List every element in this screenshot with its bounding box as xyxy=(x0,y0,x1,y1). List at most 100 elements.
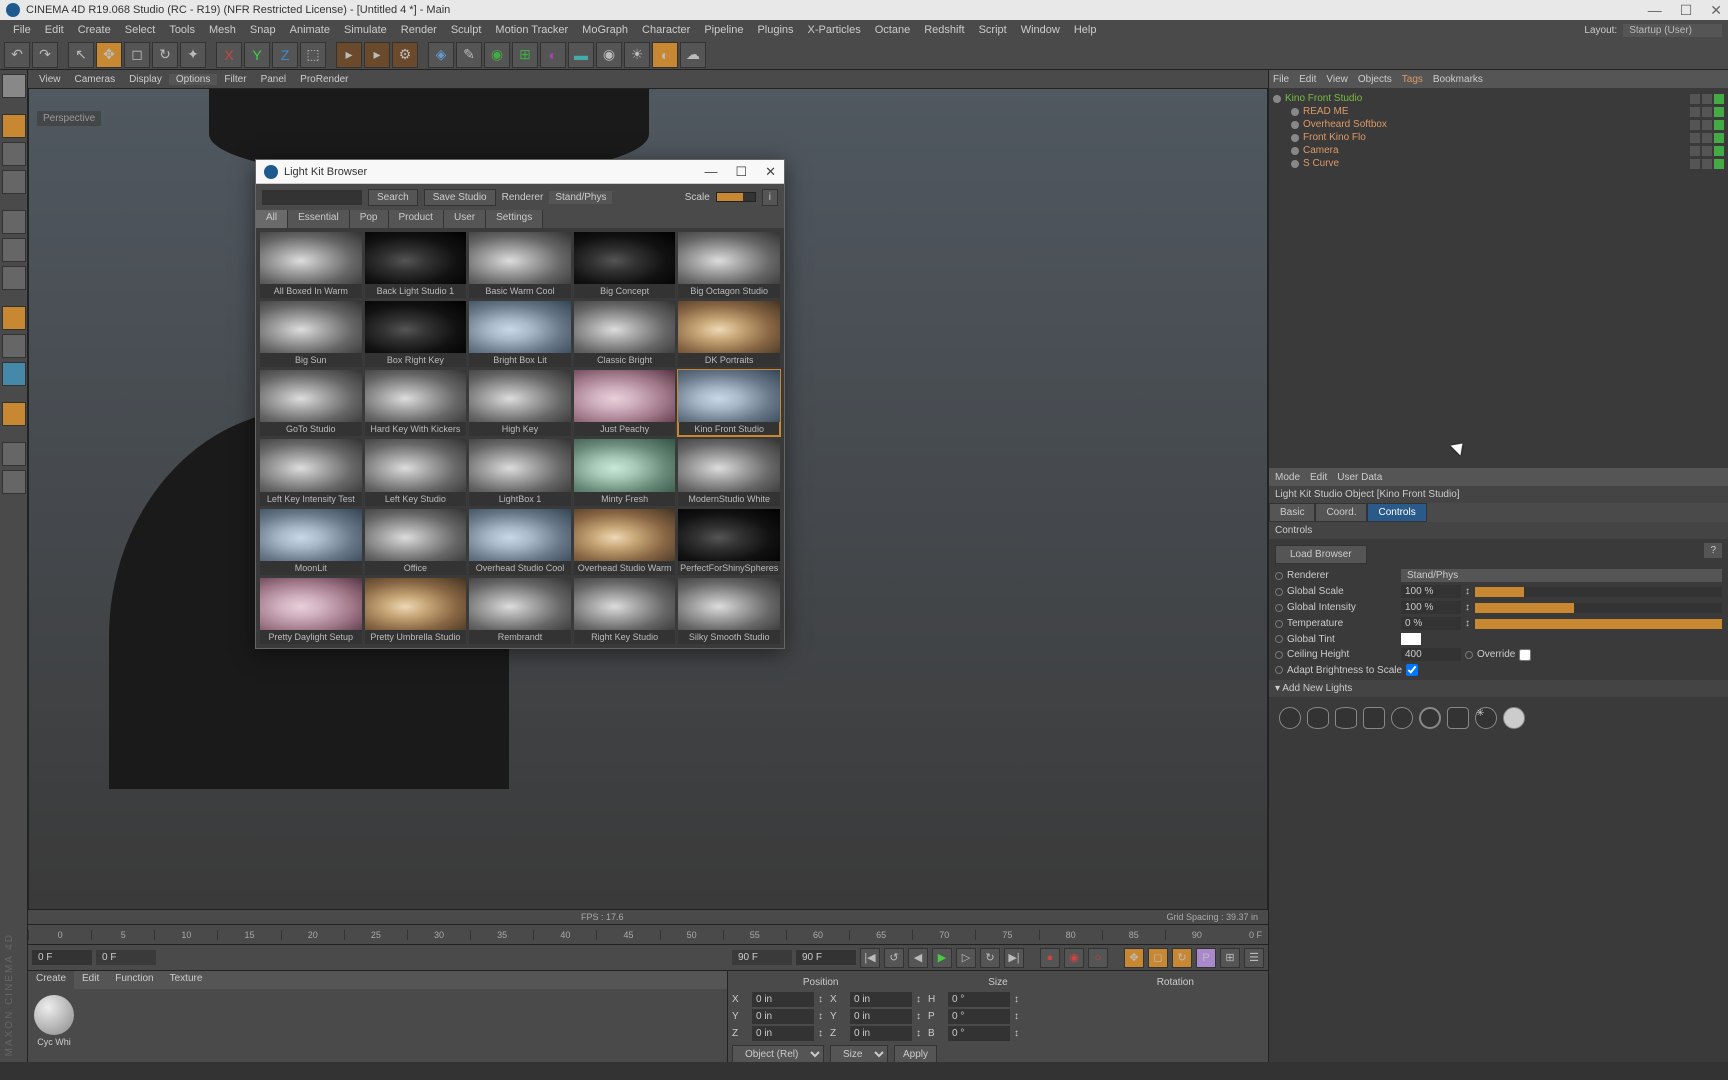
menu-window[interactable]: Window xyxy=(1014,24,1067,36)
attr-tab-controls[interactable]: Controls xyxy=(1367,503,1426,522)
obj-tab-file[interactable]: File xyxy=(1273,74,1289,85)
menu-tools[interactable]: Tools xyxy=(162,24,202,36)
menu-select[interactable]: Select xyxy=(118,24,163,36)
light-icon[interactable]: ☀ xyxy=(624,42,650,68)
light-type-5-icon[interactable] xyxy=(1391,707,1413,729)
menu-pipeline[interactable]: Pipeline xyxy=(697,24,750,36)
size-y-field[interactable] xyxy=(850,1009,912,1024)
frame-end-field[interactable]: 90 F xyxy=(796,950,856,965)
tree-item[interactable]: Kino Front Studio xyxy=(1273,92,1724,105)
help-button[interactable]: ? xyxy=(1704,543,1722,558)
attr-tab-basic[interactable]: Basic xyxy=(1269,503,1315,522)
pen-tool-icon[interactable]: ✎ xyxy=(456,42,482,68)
modal-minimize-button[interactable]: — xyxy=(704,164,717,180)
vp-menu-cameras[interactable]: Cameras xyxy=(68,74,123,85)
search-input[interactable] xyxy=(262,190,362,205)
preset-basic-warm-cool[interactable]: Basic Warm Cool xyxy=(469,232,571,298)
global-intensity-slider[interactable] xyxy=(1475,603,1722,613)
minimize-button[interactable]: — xyxy=(1648,2,1662,19)
interactive-icon[interactable] xyxy=(2,470,26,494)
preset-moonlit[interactable]: MoonLit xyxy=(260,509,362,575)
scale-key-icon[interactable]: ◻ xyxy=(1148,948,1168,968)
next-frame-icon[interactable]: ▷ xyxy=(956,948,976,968)
autokey-icon[interactable]: ◉ xyxy=(1064,948,1084,968)
menu-animate[interactable]: Animate xyxy=(283,24,337,36)
tree-item[interactable]: Overheard Softbox xyxy=(1273,118,1724,131)
menu-create[interactable]: Create xyxy=(71,24,118,36)
preset-big-concept[interactable]: Big Concept xyxy=(574,232,676,298)
global-intensity-field[interactable]: 100 % xyxy=(1401,601,1461,614)
axis-z-toggle[interactable]: Z xyxy=(272,42,298,68)
menu-mesh[interactable]: Mesh xyxy=(202,24,243,36)
select-tool[interactable]: ↖ xyxy=(68,42,94,68)
menu-character[interactable]: Character xyxy=(635,24,697,36)
menu-plugins[interactable]: Plugins xyxy=(750,24,800,36)
light-type-4-icon[interactable] xyxy=(1363,707,1385,729)
close-button[interactable]: ✕ xyxy=(1710,2,1722,19)
lightkit-icon[interactable]: ◐ xyxy=(652,42,678,68)
menu-sculpt[interactable]: Sculpt xyxy=(444,24,489,36)
temperature-slider[interactable] xyxy=(1475,619,1722,629)
rot-p-field[interactable] xyxy=(948,1009,1010,1024)
preset-big-sun[interactable]: Big Sun xyxy=(260,301,362,367)
tint-color-swatch[interactable] xyxy=(1401,633,1421,645)
light-type-2-icon[interactable] xyxy=(1307,707,1329,729)
range-end-field[interactable]: 90 F xyxy=(732,950,792,965)
preset-left-key-studio[interactable]: Left Key Studio xyxy=(365,439,467,505)
menu-redshift[interactable]: Redshift xyxy=(917,24,971,36)
tree-item[interactable]: Front Kino Flo xyxy=(1273,131,1724,144)
menu-motion-tracker[interactable]: Motion Tracker xyxy=(488,24,575,36)
vp-menu-options[interactable]: Options xyxy=(169,74,217,85)
preset-pretty-daylight-setup[interactable]: Pretty Daylight Setup xyxy=(260,578,362,644)
pos-y-field[interactable] xyxy=(752,1009,814,1024)
preset-left-key-intensity-test[interactable]: Left Key Intensity Test xyxy=(260,439,362,505)
modal-close-button[interactable]: ✕ xyxy=(765,164,776,180)
preset-rembrandt[interactable]: Rembrandt xyxy=(469,578,571,644)
light-type-8-icon[interactable]: ✳ xyxy=(1475,707,1497,729)
obj-tab-tags[interactable]: Tags xyxy=(1402,74,1423,85)
save-studio-button[interactable]: Save Studio xyxy=(424,189,496,206)
browser-tab-user[interactable]: User xyxy=(444,210,486,228)
param-key-icon[interactable]: P xyxy=(1196,948,1216,968)
rot-h-field[interactable] xyxy=(948,992,1010,1007)
scale-tool[interactable]: ◻ xyxy=(124,42,150,68)
menu-script[interactable]: Script xyxy=(972,24,1014,36)
goto-end-icon[interactable]: ▶| xyxy=(1004,948,1024,968)
menu-octane[interactable]: Octane xyxy=(868,24,917,36)
obj-tab-objects[interactable]: Objects xyxy=(1358,74,1392,85)
rot-key-icon[interactable]: ↻ xyxy=(1172,948,1192,968)
preset-right-key-studio[interactable]: Right Key Studio xyxy=(574,578,676,644)
floor-icon[interactable]: ▬ xyxy=(568,42,594,68)
workplane-snap-icon[interactable] xyxy=(2,402,26,426)
preset-goto-studio[interactable]: GoTo Studio xyxy=(260,370,362,436)
edge-mode-icon[interactable] xyxy=(2,238,26,262)
scale-slider[interactable] xyxy=(716,192,756,202)
pos-x-field[interactable] xyxy=(752,992,814,1007)
preset-dk-portraits[interactable]: DK Portraits xyxy=(678,301,780,367)
browser-tab-essential[interactable]: Essential xyxy=(288,210,350,228)
preset-silky-smooth-studio[interactable]: Silky Smooth Studio xyxy=(678,578,780,644)
mat-menu-function[interactable]: Function xyxy=(107,971,161,989)
preset-hard-key-with-kickers[interactable]: Hard Key With Kickers xyxy=(365,370,467,436)
prev-frame-icon[interactable]: ◀ xyxy=(908,948,928,968)
preset-overhead-studio-cool[interactable]: Overhead Studio Cool xyxy=(469,509,571,575)
play-icon[interactable]: ▶ xyxy=(932,948,952,968)
light-type-9-icon[interactable] xyxy=(1503,707,1525,729)
tree-item[interactable]: S Curve xyxy=(1273,157,1724,170)
redo-icon[interactable]: ↷ xyxy=(32,42,58,68)
light-type-6-icon[interactable] xyxy=(1419,707,1441,729)
deformer-icon[interactable]: ◐ xyxy=(540,42,566,68)
tree-item[interactable]: Camera xyxy=(1273,144,1724,157)
timeline[interactable]: 0510152025303540455055606570758085900 F xyxy=(28,924,1268,944)
renderer-dropdown[interactable]: Stand/Phys xyxy=(1401,569,1722,582)
make-editable-icon[interactable] xyxy=(2,74,26,98)
temperature-field[interactable]: 0 % xyxy=(1401,617,1461,630)
load-browser-button[interactable]: Load Browser xyxy=(1275,545,1367,564)
range-start-field[interactable]: 0 F xyxy=(96,950,156,965)
cloud-icon[interactable]: ☁ xyxy=(680,42,706,68)
vp-menu-prorender[interactable]: ProRender xyxy=(293,74,355,85)
global-scale-field[interactable]: 100 % xyxy=(1401,585,1461,598)
attr-menu-user-data[interactable]: User Data xyxy=(1337,472,1382,483)
preset-minty-fresh[interactable]: Minty Fresh xyxy=(574,439,676,505)
mat-menu-texture[interactable]: Texture xyxy=(162,971,211,989)
